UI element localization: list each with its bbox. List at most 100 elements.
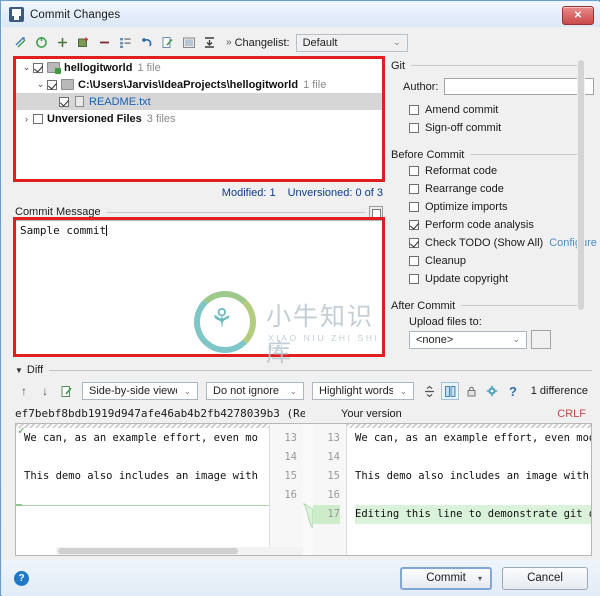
- update-copyright-checkbox[interactable]: Update copyright: [409, 270, 577, 288]
- tree-checkbox[interactable]: [47, 79, 57, 90]
- checkbox-box[interactable]: [409, 202, 419, 212]
- add-icon[interactable]: [54, 34, 71, 51]
- help-icon[interactable]: ?: [504, 382, 522, 400]
- commit-options-panel: Git Author: Amend commit Sign-off commit: [391, 58, 597, 358]
- move-to-changelist-icon[interactable]: [180, 34, 197, 51]
- tree-row[interactable]: ⌄ hellogitworld 1 file: [16, 59, 382, 76]
- collapse-unchanged-icon[interactable]: [420, 382, 438, 400]
- tree-checkbox[interactable]: [33, 113, 43, 124]
- expand-twisty-icon[interactable]: ⌄: [34, 79, 47, 90]
- read-only-lock-icon[interactable]: [462, 382, 480, 400]
- diff-gap-pane: [303, 424, 313, 555]
- checkbox-label: Cleanup: [425, 255, 466, 267]
- help-icon[interactable]: ?: [14, 570, 29, 586]
- code-line-text: We can, as an example effort, even mo: [24, 432, 258, 444]
- next-difference-icon[interactable]: ↓: [36, 382, 54, 400]
- add-to-vcs-icon[interactable]: [75, 34, 92, 51]
- tree-row[interactable]: › Unversioned Files 3 files: [16, 110, 382, 127]
- collapse-twisty-icon[interactable]: ›: [20, 114, 33, 124]
- edit-source-icon[interactable]: [159, 34, 176, 51]
- sync-scroll-icon[interactable]: [441, 382, 459, 400]
- close-icon[interactable]: ✕: [562, 6, 594, 25]
- code-line: We can, as an example effort, even modif: [355, 429, 591, 448]
- configure-todo-link[interactable]: Configure: [549, 237, 597, 249]
- sign-off-commit-checkbox[interactable]: Sign-off commit: [409, 119, 577, 137]
- highlight-mode-select[interactable]: Highlight words ⌄: [312, 382, 414, 400]
- commit-button[interactable]: Commit ▾: [400, 566, 492, 590]
- author-field[interactable]: [444, 78, 595, 95]
- line-number: 16: [327, 489, 340, 501]
- commit-message-label: Commit Message: [15, 206, 101, 218]
- diff-right-code[interactable]: We can, as an example effort, even modif…: [347, 424, 591, 555]
- checkbox-label: Reformat code: [425, 165, 498, 177]
- checkbox-box[interactable]: [409, 220, 419, 230]
- checkbox-box[interactable]: [409, 123, 419, 133]
- cancel-button[interactable]: Cancel: [502, 566, 588, 590]
- changes-tree[interactable]: ⌄ hellogitworld 1 file ⌄ C:\Users\Jarvis…: [15, 58, 383, 180]
- group-by-icon[interactable]: [117, 34, 134, 51]
- checkbox-box[interactable]: [409, 105, 419, 115]
- diff-left-code[interactable]: ✓ We can, as an example effort, even mo …: [16, 424, 269, 555]
- collapse-all-icon[interactable]: [201, 34, 218, 51]
- diff-left-header: ef7bebf8bdb1919d947afe46ab4b2fb4278039b3…: [15, 407, 305, 420]
- remove-icon[interactable]: [96, 34, 113, 51]
- scrollbar-thumb[interactable]: [58, 548, 238, 554]
- checkbox-box[interactable]: [409, 256, 419, 266]
- checkbox-box[interactable]: [409, 166, 419, 176]
- diff-insert-line: [16, 505, 269, 506]
- group-divider: [411, 65, 577, 66]
- optimize-imports-checkbox[interactable]: Optimize imports: [409, 198, 577, 216]
- window-title: Commit Changes: [30, 8, 121, 21]
- tree-row[interactable]: ⌄ C:\Users\Jarvis\IdeaProjects\hellogitw…: [16, 76, 382, 93]
- checkbox-box[interactable]: [409, 274, 419, 284]
- expand-twisty-icon[interactable]: ⌄: [20, 62, 33, 73]
- diff-insert-marker: [16, 504, 22, 506]
- tree-item-count: 3 files: [146, 112, 176, 125]
- toolbar-overflow-icon[interactable]: »: [226, 37, 232, 48]
- tree-checkbox[interactable]: [33, 62, 43, 73]
- diff-label: Diff: [26, 364, 44, 376]
- reformat-code-checkbox[interactable]: Reformat code: [409, 162, 577, 180]
- perform-code-analysis-checkbox[interactable]: Perform code analysis: [409, 216, 577, 234]
- cleanup-checkbox[interactable]: Cleanup: [409, 252, 577, 270]
- show-diff-icon[interactable]: [12, 34, 29, 51]
- commit-message-input[interactable]: Sample commit: [15, 220, 383, 357]
- refresh-icon[interactable]: [33, 34, 50, 51]
- group-divider: [461, 305, 577, 306]
- diff-file-icon[interactable]: [57, 382, 75, 400]
- upload-target-select[interactable]: <none> ⌄: [409, 330, 527, 349]
- options-scrollbar[interactable]: [577, 58, 585, 358]
- code-line: This demo also includes an image with ch: [355, 467, 591, 486]
- checkbox-box[interactable]: [409, 184, 419, 194]
- message-history-button[interactable]: [369, 205, 383, 219]
- scrollbar-thumb[interactable]: [578, 60, 584, 310]
- previous-difference-icon[interactable]: ↑: [15, 382, 33, 400]
- tree-checkbox[interactable]: [59, 96, 69, 107]
- changelist-select[interactable]: Default ⌄: [295, 33, 408, 52]
- diff-left-hscrollbar[interactable]: [56, 547, 303, 555]
- diff-viewer[interactable]: ✓ We can, as an example effort, even mo …: [15, 423, 592, 556]
- revert-icon[interactable]: [138, 34, 155, 51]
- commit-split-arrow-icon[interactable]: ▾: [478, 574, 482, 583]
- rearrange-code-checkbox[interactable]: Rearrange code: [409, 180, 577, 198]
- upload-browse-button[interactable]: [531, 330, 551, 349]
- diff-section-header[interactable]: ▼ Diff: [15, 363, 592, 377]
- viewer-mode-select[interactable]: Side-by-side viewer ⌄: [82, 382, 198, 400]
- git-group-title: Git: [391, 58, 577, 73]
- check-todo-checkbox[interactable]: Check TODO (Show All) Configure: [409, 234, 597, 252]
- file-icon: [75, 96, 84, 107]
- tree-row[interactable]: README.txt: [16, 93, 382, 110]
- title-bar: Commit Changes ✕: [2, 2, 600, 27]
- diff-right-pane[interactable]: 13 14 15 16 17 We can, as an example eff…: [313, 424, 591, 555]
- diff-connector: [303, 503, 313, 528]
- settings-gear-icon[interactable]: [483, 382, 501, 400]
- diff-left-pane[interactable]: ✓ We can, as an example effort, even mo …: [16, 424, 303, 555]
- commit-message-value: Sample commit: [20, 224, 107, 237]
- legend-divider: [49, 369, 592, 371]
- collapse-triangle-icon[interactable]: ▼: [15, 366, 23, 375]
- author-label: Author:: [403, 80, 439, 93]
- whitespace-select[interactable]: Do not ignore ⌄: [206, 382, 304, 400]
- amend-commit-checkbox[interactable]: Amend commit: [409, 101, 577, 119]
- checkbox-box[interactable]: [409, 238, 419, 248]
